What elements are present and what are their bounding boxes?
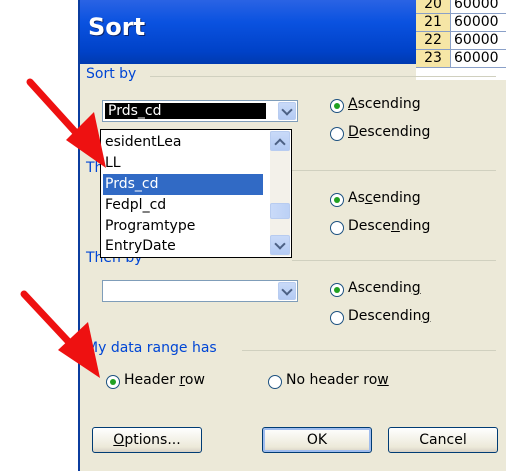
red-arrow-icon bbox=[20, 290, 100, 378]
annotation-arrows bbox=[20, 78, 106, 378]
red-arrow-icon bbox=[26, 78, 106, 168]
